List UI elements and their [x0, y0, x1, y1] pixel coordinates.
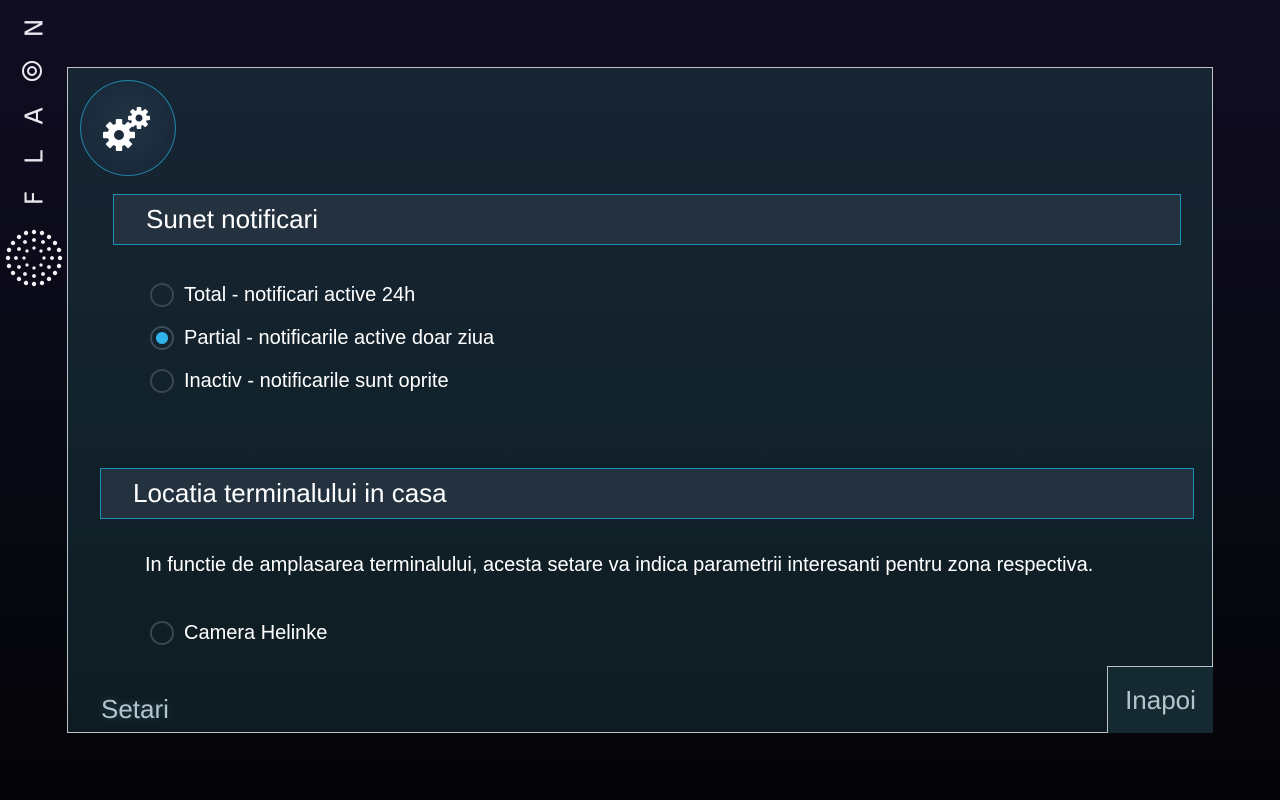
radio-label: Camera Helinke	[184, 621, 328, 644]
radio-option-total[interactable]: Total - notificari active 24h	[150, 282, 415, 308]
location-section-header: Locatia terminalului in casa	[100, 468, 1194, 519]
back-button[interactable]: Inapoi	[1107, 666, 1213, 733]
brand-logo-icon	[5, 229, 63, 287]
radio-label: Inactiv - notificarile sunt oprite	[184, 369, 449, 392]
brand-letter-f: F	[19, 190, 49, 206]
brand-letter-n: N	[19, 18, 49, 38]
location-description: In functie de amplasarea terminalului, a…	[145, 554, 1094, 576]
radio-option-inactiv[interactable]: Inactiv - notificarile sunt oprite	[150, 368, 449, 394]
brand-letter-l: L	[19, 150, 49, 164]
radio-label: Total - notificari active 24h	[184, 283, 416, 306]
brand-letter-a: A	[19, 107, 49, 125]
radio-button-selected[interactable]	[150, 326, 174, 350]
notifications-section-header: Sunet notificari	[113, 194, 1181, 245]
page-title: Setari	[101, 694, 169, 724]
brand-letter-o-icon	[22, 61, 42, 81]
brand-strip: N A L F	[0, 0, 68, 300]
settings-badge	[80, 80, 176, 176]
radio-button[interactable]	[150, 283, 174, 307]
radio-button[interactable]	[150, 369, 174, 393]
radio-option-camera-helinke[interactable]: Camera Helinke	[150, 620, 327, 646]
radio-option-partial[interactable]: Partial - notificarile active doar ziua	[150, 325, 494, 351]
gears-icon	[103, 107, 150, 151]
radio-button[interactable]	[150, 621, 174, 645]
settings-panel: Sunet notificari Total - notificari acti…	[67, 67, 1213, 733]
radio-label: Partial - notificarile active doar ziua	[184, 326, 495, 349]
